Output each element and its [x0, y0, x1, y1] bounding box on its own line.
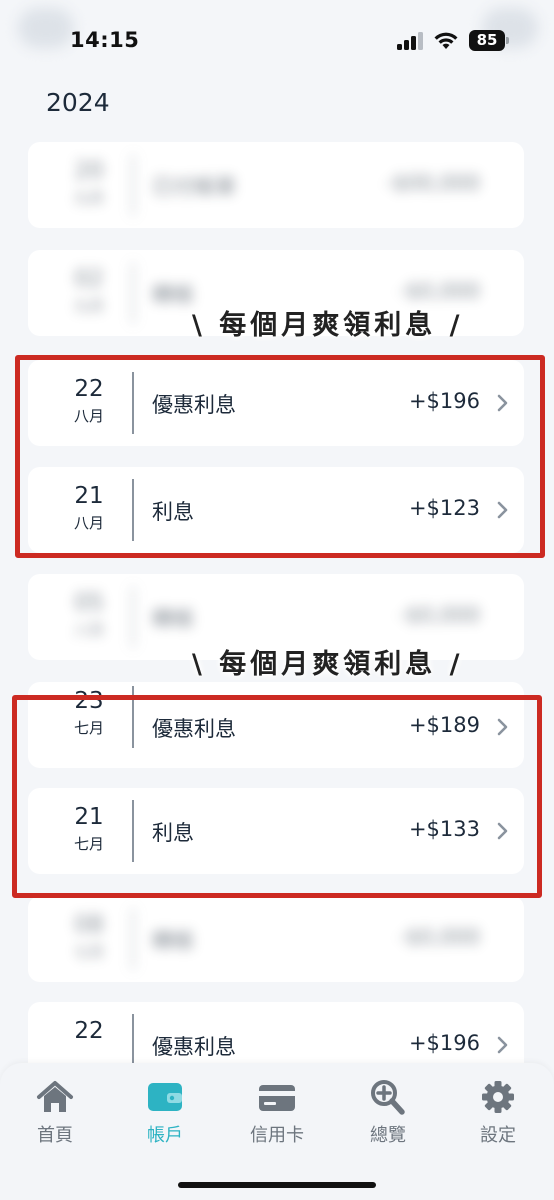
wifi-icon	[434, 32, 458, 49]
status-bar: 14:15 85	[0, 0, 554, 80]
tab-label: 信用卡	[250, 1125, 304, 1146]
tab-label: 帳戶	[147, 1125, 183, 1146]
bottom-tab-bar: 首頁 帳戶 信用卡 總覽 設定	[0, 1063, 554, 1200]
tab-account[interactable]: 帳戶	[120, 1079, 210, 1147]
promo-banner: \ 每個月爽領利息 /	[192, 649, 464, 680]
transaction-description: 優惠利息	[152, 1035, 236, 1059]
highlight-box	[12, 695, 542, 898]
tab-label: 總覽	[370, 1125, 406, 1146]
tab-settings[interactable]: 設定	[453, 1079, 543, 1147]
home-indicator	[178, 1182, 376, 1188]
wallet-icon	[148, 1083, 182, 1111]
gear-icon	[482, 1081, 514, 1113]
battery-indicator: 85	[469, 30, 509, 51]
home-icon	[37, 1081, 73, 1112]
transaction-card-blurred: 20 九月 已付帳單 -$00,000	[28, 142, 524, 228]
year-heading: 2024	[46, 88, 110, 117]
transaction-card-blurred: 08 七月 轉帳 -$0,000	[28, 896, 524, 982]
blurred-area	[18, 8, 74, 48]
tab-label: 設定	[480, 1125, 516, 1146]
tab-label: 首頁	[37, 1125, 73, 1146]
cellular-signal-icon	[397, 32, 425, 50]
highlight-box	[15, 355, 545, 558]
tab-overview[interactable]: 總覽	[343, 1079, 433, 1147]
zoom-in-icon	[371, 1080, 405, 1115]
tab-credit-card[interactable]: 信用卡	[232, 1079, 322, 1147]
credit-card-icon	[259, 1085, 295, 1111]
chevron-right-icon	[497, 1036, 508, 1054]
status-time: 14:15	[70, 28, 140, 52]
date-day: 22	[74, 1018, 104, 1044]
transaction-amount: +$196	[408, 1031, 480, 1055]
transaction-date: 22	[58, 1018, 120, 1047]
tab-home[interactable]: 首頁	[10, 1079, 100, 1147]
promo-banner: \ 每個月爽領利息 /	[192, 310, 464, 341]
